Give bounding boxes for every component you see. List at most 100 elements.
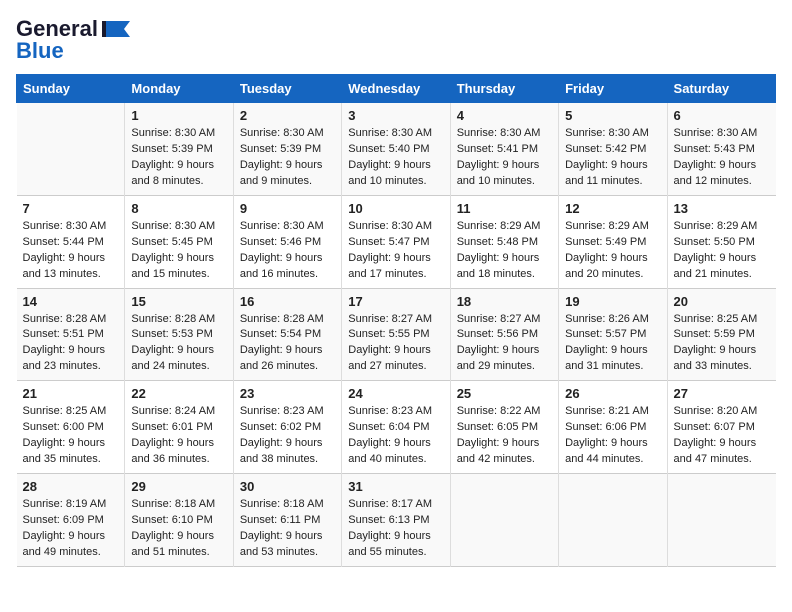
- daylight-text: Daylight: 9 hours and 44 minutes.: [565, 437, 648, 465]
- day-number: 1: [131, 108, 226, 123]
- calendar-cell: 29Sunrise: 8:18 AMSunset: 6:10 PMDayligh…: [125, 474, 233, 567]
- cell-content: Sunrise: 8:29 AMSunset: 5:48 PMDaylight:…: [457, 219, 552, 283]
- day-number: 18: [457, 294, 552, 309]
- day-number: 16: [240, 294, 335, 309]
- calendar-cell: 10Sunrise: 8:30 AMSunset: 5:47 PMDayligh…: [342, 195, 450, 288]
- cell-content: Sunrise: 8:28 AMSunset: 5:54 PMDaylight:…: [240, 312, 335, 376]
- calendar-cell: 27Sunrise: 8:20 AMSunset: 6:07 PMDayligh…: [667, 381, 775, 474]
- sunset-text: Sunset: 5:55 PM: [348, 328, 429, 340]
- calendar-cell: 4Sunrise: 8:30 AMSunset: 5:41 PMDaylight…: [450, 103, 558, 196]
- sunrise-text: Sunrise: 8:30 AM: [348, 127, 432, 139]
- sunrise-text: Sunrise: 8:23 AM: [348, 405, 432, 417]
- sunset-text: Sunset: 5:50 PM: [674, 236, 755, 248]
- page-header: General Blue: [16, 16, 776, 64]
- cell-content: Sunrise: 8:25 AMSunset: 6:00 PMDaylight:…: [23, 404, 119, 468]
- sunrise-text: Sunrise: 8:30 AM: [131, 220, 215, 232]
- day-number: 31: [348, 479, 443, 494]
- daylight-text: Daylight: 9 hours and 31 minutes.: [565, 344, 648, 372]
- day-number: 22: [131, 386, 226, 401]
- day-number: 8: [131, 201, 226, 216]
- calendar-cell: 17 Sunrise: 8:27 AM Sunset: 5:55 PM Dayligh…: [342, 288, 450, 381]
- daylight-text: Daylight: 9 hours and 27 minutes.: [348, 344, 431, 372]
- calendar-cell: [450, 474, 558, 567]
- cell-content: Sunrise: 8:24 AMSunset: 6:01 PMDaylight:…: [131, 404, 226, 468]
- calendar-cell: 30Sunrise: 8:18 AMSunset: 6:11 PMDayligh…: [233, 474, 341, 567]
- sunrise-text: Sunrise: 8:23 AM: [240, 405, 324, 417]
- sunset-text: Sunset: 6:13 PM: [348, 514, 429, 526]
- day-number: 12: [565, 201, 660, 216]
- sunset-text: Sunset: 5:41 PM: [457, 143, 538, 155]
- sunset-text: Sunset: 5:59 PM: [674, 328, 755, 340]
- calendar-cell: 31Sunrise: 8:17 AMSunset: 6:13 PMDayligh…: [342, 474, 450, 567]
- sunrise-text: Sunrise: 8:30 AM: [240, 220, 324, 232]
- calendar-cell: 8Sunrise: 8:30 AMSunset: 5:45 PMDaylight…: [125, 195, 233, 288]
- cell-content: Sunrise: 8:20 AMSunset: 6:07 PMDaylight:…: [674, 404, 770, 468]
- sunset-text: Sunset: 5:54 PM: [240, 328, 321, 340]
- sunset-text: Sunset: 5:46 PM: [240, 236, 321, 248]
- day-number: 15: [131, 294, 226, 309]
- sunset-text: Sunset: 5:39 PM: [240, 143, 321, 155]
- sunrise-text: Sunrise: 8:30 AM: [565, 127, 649, 139]
- daylight-text: Daylight: 9 hours and 51 minutes.: [131, 530, 214, 558]
- day-number: 10: [348, 201, 443, 216]
- sunset-text: Sunset: 5:48 PM: [457, 236, 538, 248]
- sunrise-text: Sunrise: 8:30 AM: [457, 127, 541, 139]
- calendar-cell: 19Sunrise: 8:26 AMSunset: 5:57 PMDayligh…: [559, 288, 667, 381]
- day-number: 20: [674, 294, 770, 309]
- column-header-thursday: Thursday: [450, 75, 558, 103]
- day-number: 14: [23, 294, 119, 309]
- sunrise-text: Sunrise: 8:20 AM: [674, 405, 758, 417]
- cell-content: Sunrise: 8:22 AMSunset: 6:05 PMDaylight:…: [457, 404, 552, 468]
- day-number: 2: [240, 108, 335, 123]
- column-header-wednesday: Wednesday: [342, 75, 450, 103]
- sunrise-text: Sunrise: 8:28 AM: [131, 313, 215, 325]
- sunset-text: Sunset: 5:44 PM: [23, 236, 104, 248]
- sunset-text: Sunset: 6:06 PM: [565, 421, 646, 433]
- cell-content: Sunrise: 8:17 AMSunset: 6:13 PMDaylight:…: [348, 497, 443, 561]
- cell-content: Sunrise: 8:23 AMSunset: 6:04 PMDaylight:…: [348, 404, 443, 468]
- calendar-cell: 7Sunrise: 8:30 AMSunset: 5:44 PMDaylight…: [17, 195, 125, 288]
- calendar-cell: 14Sunrise: 8:28 AMSunset: 5:51 PMDayligh…: [17, 288, 125, 381]
- calendar-cell: [667, 474, 775, 567]
- calendar-cell: 11Sunrise: 8:29 AMSunset: 5:48 PMDayligh…: [450, 195, 558, 288]
- cell-content: Sunrise: 8:30 AMSunset: 5:39 PMDaylight:…: [240, 126, 335, 190]
- column-header-tuesday: Tuesday: [233, 75, 341, 103]
- daylight-text: Daylight: 9 hours and 29 minutes.: [457, 344, 540, 372]
- daylight-text: Daylight: 9 hours and 16 minutes.: [240, 252, 323, 280]
- day-number: 30: [240, 479, 335, 494]
- sunset-text: Sunset: 6:02 PM: [240, 421, 321, 433]
- sunrise-text: Sunrise: 8:17 AM: [348, 498, 432, 510]
- cell-content: Sunrise: 8:21 AMSunset: 6:06 PMDaylight:…: [565, 404, 660, 468]
- sunrise-text: Sunrise: 8:27 AM: [348, 313, 432, 325]
- calendar-cell: 9Sunrise: 8:30 AMSunset: 5:46 PMDaylight…: [233, 195, 341, 288]
- sunrise-text: Sunrise: 8:27 AM: [457, 313, 541, 325]
- day-number: 21: [23, 386, 119, 401]
- daylight-text: Daylight: 9 hours and 10 minutes.: [348, 159, 431, 187]
- sunset-text: Sunset: 5:57 PM: [565, 328, 646, 340]
- day-number: 13: [674, 201, 770, 216]
- sunrise-text: Sunrise: 8:30 AM: [674, 127, 758, 139]
- day-number: 26: [565, 386, 660, 401]
- week-row-2: 7 Sunrise: 8:30 AM Sunset: 5:44 PM Daylight…: [17, 195, 776, 288]
- logo-flag-icon: [102, 19, 130, 39]
- daylight-text: Daylight: 9 hours and 17 minutes.: [348, 252, 431, 280]
- sunrise-text: Sunrise: 8:29 AM: [457, 220, 541, 232]
- calendar-cell: 26 Sunrise: 8:21 AMSunset: 6:06 PMDayligh…: [559, 381, 667, 474]
- daylight-text: Daylight: 9 hours and 24 minutes.: [131, 344, 214, 372]
- sunrise-text: Sunrise: 8:26 AM: [565, 313, 649, 325]
- day-number: 17: [348, 294, 443, 309]
- cell-content: Sunrise: 8:30 AMSunset: 5:40 PMDaylight:…: [348, 126, 443, 190]
- cell-content: Sunrise: 8:30 AMSunset: 5:42 PMDaylight:…: [565, 126, 660, 190]
- sunset-text: Sunset: 6:00 PM: [23, 421, 104, 433]
- day-number: 7: [23, 201, 119, 216]
- daylight-text: Daylight: 9 hours and 47 minutes.: [674, 437, 757, 465]
- cell-content: Sunrise: 8:25 AMSunset: 5:59 PMDaylight:…: [674, 312, 770, 376]
- day-number: 4: [457, 108, 552, 123]
- week-row-4: 21 Sunrise: 8:25 AMSunset: 6:00 PMDayligh…: [17, 381, 776, 474]
- day-number: 25: [457, 386, 552, 401]
- calendar-cell: 21 Sunrise: 8:25 AMSunset: 6:00 PMDayligh…: [17, 381, 125, 474]
- calendar-cell: 12Sunrise: 8:29 AMSunset: 5:49 PMDayligh…: [559, 195, 667, 288]
- calendar-cell: 22 Sunrise: 8:24 AMSunset: 6:01 PMDayligh…: [125, 381, 233, 474]
- sunrise-text: Sunrise: 8:18 AM: [240, 498, 324, 510]
- column-header-monday: Monday: [125, 75, 233, 103]
